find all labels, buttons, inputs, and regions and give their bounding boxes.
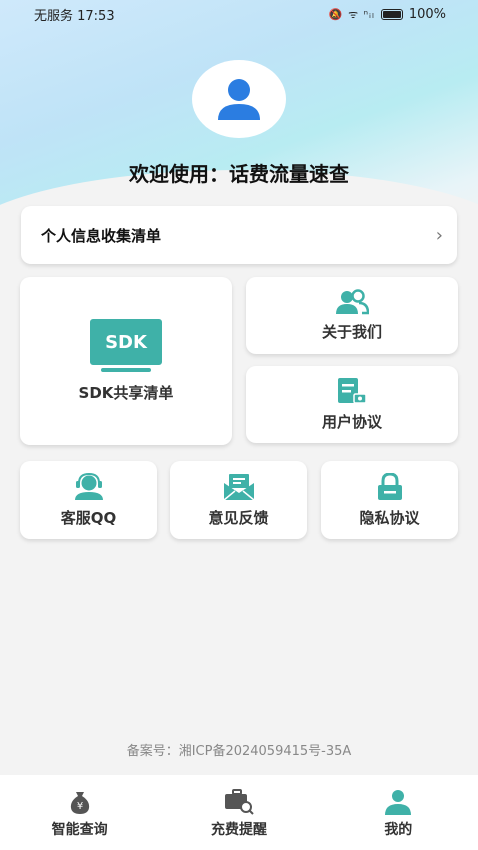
feedback-button[interactable]: 意见反馈	[170, 461, 307, 539]
sdk-icon-stand	[101, 368, 151, 372]
svg-text:¥: ¥	[76, 801, 82, 812]
about-us-button[interactable]: 关于我们	[246, 277, 458, 354]
battery-icon	[380, 8, 403, 20]
sdk-share-list-button[interactable]: SDK SDK共享清单	[20, 277, 232, 445]
user-icon	[218, 79, 260, 120]
tab-recharge-reminder[interactable]: 充费提醒	[159, 775, 318, 850]
status-indicators: 🔕 ᯤ ⁿᵢₗ 100%	[329, 7, 446, 22]
tab-mine[interactable]: 我的	[319, 775, 478, 850]
money-bag-icon: ¥	[70, 792, 89, 814]
privacy-agreement-label: 隐私协议	[359, 508, 420, 527]
battery-percent: 100%	[408, 6, 446, 22]
sdk-share-list-label: SDK共享清单	[78, 384, 174, 402]
sdk-icon: SDK	[90, 319, 162, 365]
status-bar: 无服务 17:53 🔕 ᯤ ⁿᵢₗ 100%	[0, 0, 478, 28]
user-agreement-button[interactable]: 用户协议	[246, 366, 458, 443]
tab-smart-query-label: 智能查询	[51, 822, 108, 838]
people-icon	[336, 289, 369, 315]
info-collection-label: 个人信息收集清单	[41, 226, 162, 245]
about-us-label: 关于我们	[321, 323, 382, 341]
mail-icon	[223, 473, 254, 501]
user-icon	[385, 790, 412, 815]
user-agreement-label: 用户协议	[321, 413, 382, 431]
privacy-agreement-button[interactable]: 隐私协议	[321, 461, 458, 539]
lock-icon	[377, 472, 402, 500]
avatar[interactable]	[192, 60, 286, 138]
signal-icons: 🔕 ᯤ ⁿᵢₗ	[328, 7, 375, 21]
icp-record: 备案号：湘ICP备2024059415号-35A	[126, 744, 352, 759]
info-collection-list-item[interactable]: 个人信息收集清单 ›	[21, 206, 457, 264]
document-icon	[338, 378, 367, 404]
carrier-time: 无服务 17:53	[34, 8, 115, 24]
sdk-icon-text: SDK	[105, 331, 147, 353]
customer-service-qq-button[interactable]: 客服QQ	[20, 461, 157, 539]
tab-mine-label: 我的	[384, 822, 413, 838]
tab-smart-query[interactable]: ¥ 智能查询	[0, 775, 159, 850]
chevron-right-icon: ›	[435, 224, 443, 246]
headset-icon	[74, 472, 103, 500]
wallet-search-icon	[224, 789, 254, 815]
bottom-tab-bar: ¥ 智能查询 充费提醒 我的	[0, 775, 478, 850]
customer-service-label: 客服QQ	[60, 508, 117, 527]
feedback-label: 意见反馈	[208, 508, 269, 527]
tab-recharge-reminder-label: 充费提醒	[210, 822, 267, 838]
welcome-title: 欢迎使用：话费流量速查	[129, 162, 349, 186]
